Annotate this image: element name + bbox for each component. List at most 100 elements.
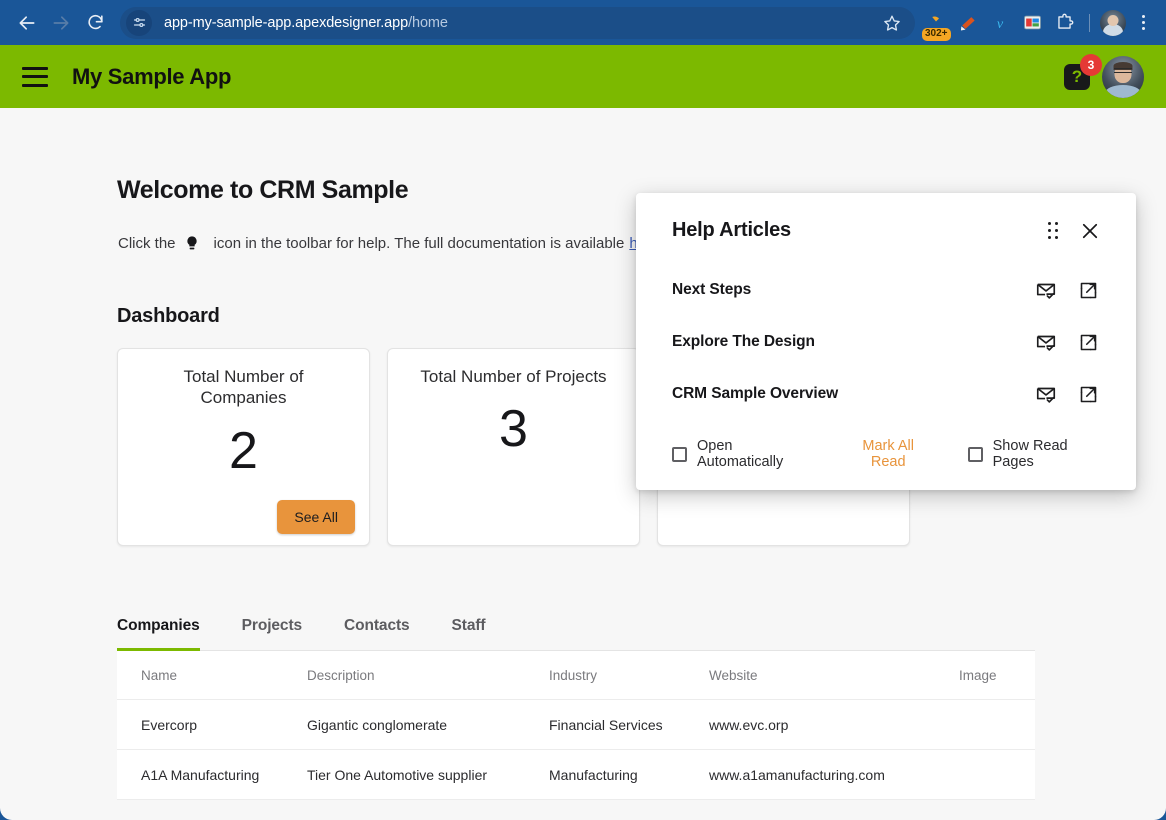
table-header: Name Description Industry Website Image xyxy=(117,651,1035,700)
help-article-actions xyxy=(1034,278,1100,302)
app-title: My Sample App xyxy=(72,63,232,89)
help-article-row[interactable]: Explore The Design xyxy=(672,316,1100,368)
help-article-actions xyxy=(1034,382,1100,406)
browser-toolbar: app-my-sample-app.apexdesigner.app/home … xyxy=(0,0,1166,45)
reload-button[interactable] xyxy=(78,6,112,40)
card-title: Total Number of Companies xyxy=(183,367,304,408)
cell-website: www.evc.orp xyxy=(709,699,959,750)
cell-description: Tier One Automotive supplier xyxy=(307,749,549,800)
help-articles-dialog: Help Articles Next Steps Explore The Des… xyxy=(636,193,1136,490)
close-icon[interactable] xyxy=(1080,221,1100,241)
tabs-and-table: Companies Projects Contacts Staff Name D… xyxy=(117,603,1035,800)
table-row[interactable]: Evercorp Gigantic conglomerate Financial… xyxy=(117,699,1035,750)
see-all-button[interactable]: See All xyxy=(277,500,355,534)
site-settings-button[interactable] xyxy=(126,9,152,36)
tab-companies[interactable]: Companies xyxy=(117,603,200,651)
lightbulb-icon xyxy=(184,233,200,253)
forward-button[interactable] xyxy=(44,6,78,40)
url-host: app-my-sample-app.apexdesigner.app xyxy=(164,14,409,31)
help-articles-list: Next Steps Explore The Design CRM Sample… xyxy=(672,264,1100,420)
tab-contacts[interactable]: Contacts xyxy=(344,603,410,651)
cell-industry: Financial Services xyxy=(549,699,709,750)
address-bar[interactable]: app-my-sample-app.apexdesigner.app/home xyxy=(120,6,915,39)
mark-email-read-icon[interactable] xyxy=(1034,330,1058,354)
help-article-title: Next Steps xyxy=(672,281,752,298)
card-title: Total Number of Projects xyxy=(420,367,607,386)
column-header-name[interactable]: Name xyxy=(117,651,307,700)
extension-pencil-button[interactable] xyxy=(953,7,983,39)
card-total-companies: Total Number of Companies 2 See All xyxy=(117,348,370,546)
page-viewport: My Sample App ? 3 Welcome to CRM Sample … xyxy=(0,45,1166,820)
card-total-projects: Total Number of Projects 3 xyxy=(387,348,640,546)
tab-projects[interactable]: Projects xyxy=(242,603,302,651)
extension-pencil-icon xyxy=(960,16,975,30)
companies-table: Name Description Industry Website Image … xyxy=(117,651,1035,800)
cell-description: Gigantic conglomerate xyxy=(307,699,549,750)
url-text: app-my-sample-app.apexdesigner.app/home xyxy=(164,15,448,31)
open-automatically-checkbox[interactable]: Open Automatically xyxy=(672,438,809,470)
column-header-industry[interactable]: Industry xyxy=(549,651,709,700)
app-header-actions: ? 3 xyxy=(1064,53,1144,98)
table-row[interactable]: A1A Manufacturing Tier One Automotive su… xyxy=(117,749,1035,800)
url-path: /home xyxy=(408,14,448,31)
show-read-pages-checkbox[interactable]: Show Read Pages xyxy=(967,438,1100,470)
column-header-image[interactable]: Image xyxy=(959,651,1035,700)
welcome-middle: icon in the toolbar for help. The full d… xyxy=(213,234,625,252)
toolbar-divider xyxy=(1089,13,1090,32)
help-button[interactable]: ? 3 xyxy=(1064,53,1102,90)
card-value: 3 xyxy=(499,400,528,459)
svg-text:v: v xyxy=(997,16,1004,32)
welcome-prefix: Click the xyxy=(118,234,176,252)
help-article-row[interactable]: Next Steps xyxy=(672,264,1100,316)
show-read-pages-label: Show Read Pages xyxy=(992,438,1068,470)
browser-profile-avatar[interactable] xyxy=(1100,9,1126,36)
tab-staff[interactable]: Staff xyxy=(452,603,486,651)
open-automatically-label: Open Automatically xyxy=(697,438,784,470)
extensions-area: 302+ v xyxy=(921,7,1156,41)
extensions-puzzle-icon xyxy=(1057,13,1073,29)
drag-handle-icon[interactable] xyxy=(1048,221,1062,240)
extension-vimeo-icon: v xyxy=(997,16,1004,32)
open-in-new-icon[interactable] xyxy=(1076,382,1100,406)
arrow-left-icon xyxy=(19,15,35,30)
dashboard-heading: Dashboard xyxy=(117,305,220,327)
dialog-header-actions xyxy=(1048,221,1100,241)
help-article-title: Explore The Design xyxy=(672,333,815,350)
browser-menu-button[interactable] xyxy=(1130,7,1156,39)
checkbox-box xyxy=(967,446,983,462)
help-article-row[interactable]: CRM Sample Overview xyxy=(672,368,1100,420)
user-avatar[interactable] xyxy=(1102,55,1144,98)
table-header-row: Name Description Industry Website Image xyxy=(117,651,1035,700)
table-body: Evercorp Gigantic conglomerate Financial… xyxy=(117,699,1035,800)
help-article-actions xyxy=(1034,330,1100,354)
help-article-title: CRM Sample Overview xyxy=(672,385,839,402)
welcome-instruction: Click the icon in the toolbar for help. … xyxy=(118,233,638,253)
cell-image xyxy=(959,749,1035,800)
hamburger-menu-icon[interactable] xyxy=(22,66,48,87)
dialog-header: Help Articles xyxy=(672,219,1100,242)
column-header-description[interactable]: Description xyxy=(307,651,549,700)
extensions-puzzle-button[interactable] xyxy=(1049,7,1079,39)
cell-name: Evercorp xyxy=(117,699,307,750)
page-title: Welcome to CRM Sample xyxy=(117,176,409,204)
open-in-new-icon[interactable] xyxy=(1076,278,1100,302)
help-badge-count: 3 xyxy=(1080,53,1102,76)
dialog-footer: Open Automatically Mark All Read Show Re… xyxy=(672,438,1100,472)
back-button[interactable] xyxy=(10,6,44,40)
dialog-title: Help Articles xyxy=(672,219,791,241)
browser-window: app-my-sample-app.apexdesigner.app/home … xyxy=(0,0,1166,820)
site-settings-icon xyxy=(133,17,145,28)
three-dot-menu-icon xyxy=(1141,15,1145,18)
star-icon xyxy=(884,15,900,31)
bookmark-button[interactable] xyxy=(877,8,907,38)
extension-media-button[interactable] xyxy=(1017,7,1047,39)
arrow-right-icon xyxy=(53,15,69,30)
extension-vimeo-button[interactable]: v xyxy=(985,7,1015,39)
extension-badge-count: 302+ xyxy=(922,28,951,41)
column-header-website[interactable]: Website xyxy=(709,651,959,700)
mark-email-read-icon[interactable] xyxy=(1034,278,1058,302)
mark-email-read-icon[interactable] xyxy=(1034,382,1058,406)
open-in-new-icon[interactable] xyxy=(1076,330,1100,354)
mark-all-read-button[interactable]: Mark All Read xyxy=(847,438,929,470)
extension-badge-302-button[interactable]: 302+ xyxy=(921,7,951,41)
